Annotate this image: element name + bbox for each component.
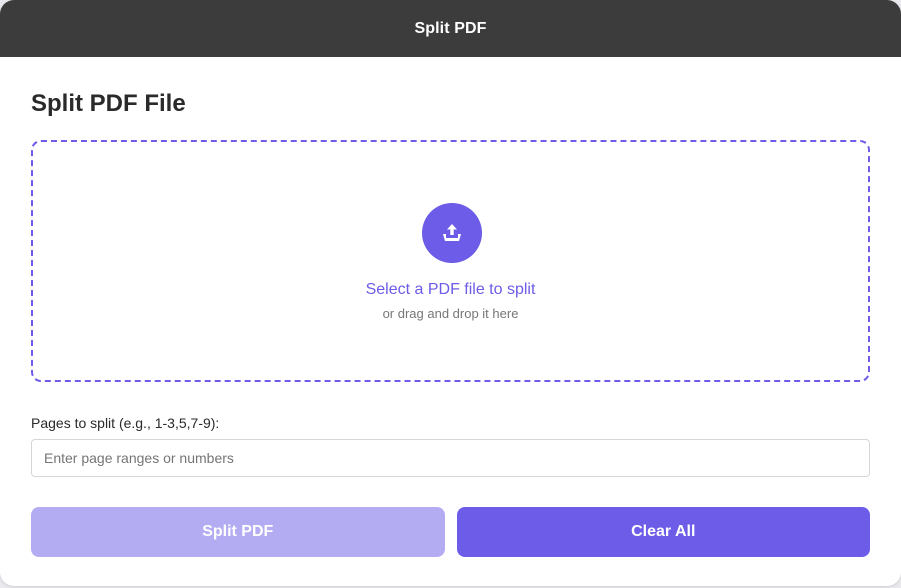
split-pdf-button[interactable]: Split PDF xyxy=(31,507,445,557)
action-buttons: Split PDF Clear All xyxy=(31,507,870,557)
main-content: Split PDF File Select a PDF file to spli… xyxy=(0,90,901,557)
dropzone-secondary-text: or drag and drop it here xyxy=(382,306,519,321)
pages-input[interactable] xyxy=(31,439,870,477)
app-window: Split PDF Split PDF File Select a PDF fi… xyxy=(0,0,901,586)
dropzone-primary-text: Select a PDF file to split xyxy=(365,281,536,298)
upload-button[interactable] xyxy=(422,203,482,263)
app-title: Split PDF xyxy=(414,19,487,37)
pages-label: Pages to split (e.g., 1-3,5,7-9): xyxy=(31,415,220,431)
file-dropzone[interactable]: Select a PDF file to split or drag and d… xyxy=(31,140,870,382)
clear-all-button[interactable]: Clear All xyxy=(456,507,870,557)
title-bar: Split PDF xyxy=(0,0,901,57)
upload-icon xyxy=(443,224,461,241)
page-title: Split PDF File xyxy=(31,90,186,117)
